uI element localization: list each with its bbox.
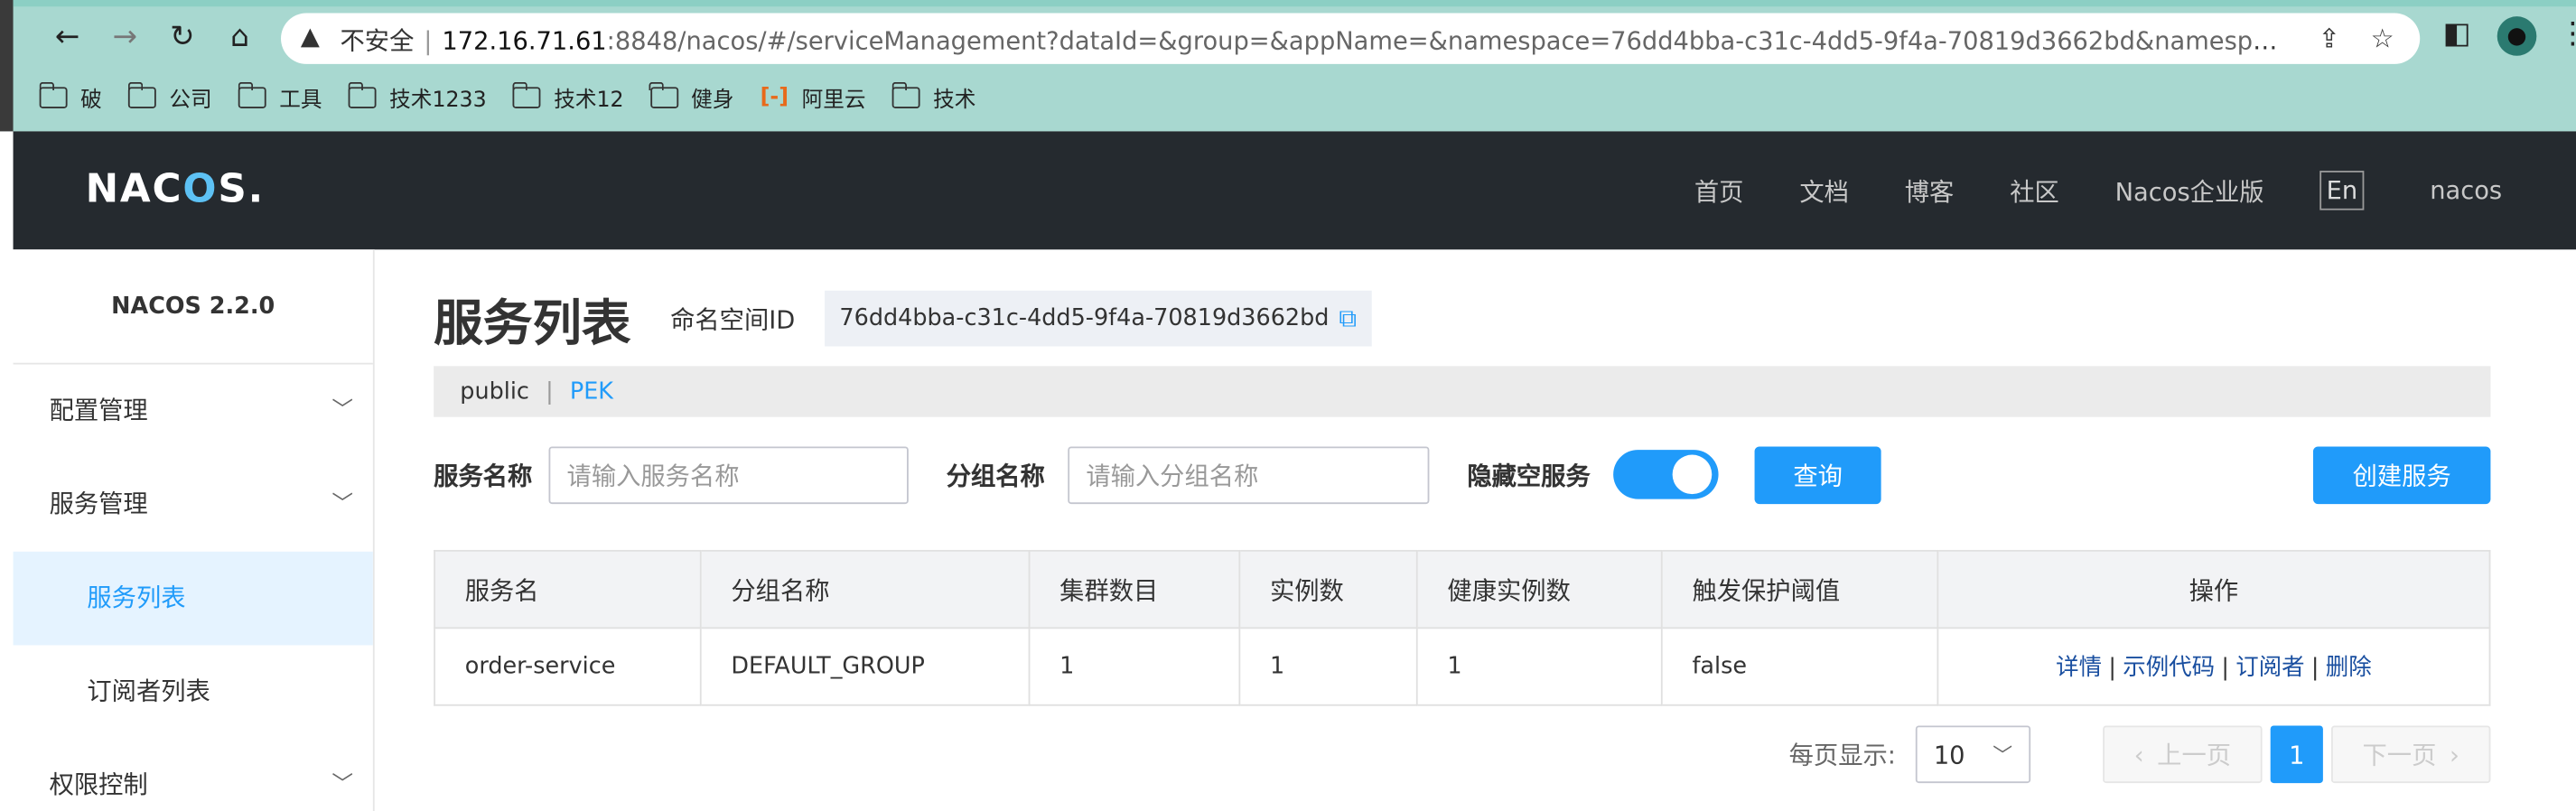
top-nav: 首页 文档 博客 社区 Nacos企业版 En nacos <box>1694 131 2576 249</box>
reload-icon[interactable]: ↻ <box>164 20 201 56</box>
home-icon[interactable]: ⌂ <box>222 20 258 56</box>
namespace-label: 命名空间ID <box>670 304 796 334</box>
sidebar-item-service[interactable]: 服务管理 ﹀ <box>14 458 373 552</box>
service-name-input[interactable]: 请输入服务名称 <box>548 445 909 504</box>
cell-operations: 详情 | 示例代码 | 订阅者 | 删除 <box>1937 627 2491 706</box>
bookmark-item[interactable]: 工具 <box>237 80 322 113</box>
cell-instances: 1 <box>1238 627 1418 706</box>
namespace-public[interactable]: public <box>460 378 529 405</box>
bookmark-item[interactable]: 破 <box>38 80 102 113</box>
create-service-button[interactable]: 创建服务 <box>2312 445 2491 504</box>
hide-empty-label: 隐藏空服务 <box>1467 460 1591 490</box>
bookmark-item[interactable]: 技术12 <box>511 80 624 113</box>
screen: ← → ↻ ⌂ ▲ 不安全 | 172.16.71.61:8848/nacos/#/… <box>0 0 2576 811</box>
forward-arrow-icon[interactable]: → <box>107 20 143 56</box>
language-switch[interactable]: En <box>2319 171 2365 210</box>
nav-blog[interactable]: 博客 <box>1905 173 1955 208</box>
nav-docs[interactable]: 文档 <box>1799 173 1849 208</box>
user-menu[interactable]: nacos <box>2430 176 2502 206</box>
share-icon[interactable]: ⇪ <box>2318 23 2339 54</box>
detail-link[interactable]: 详情 <box>2056 655 2102 681</box>
copy-icon[interactable]: ⧉ <box>1339 303 1356 333</box>
profile-avatar-icon[interactable]: ● <box>2497 16 2537 56</box>
col-healthy-count: 健康实例数 <box>1415 549 1663 629</box>
service-table: 服务名 分组名称 集群数目 实例数 健康实例数 触发保护阈值 操作 order-… <box>434 549 2491 706</box>
sidebar-item-auth[interactable]: 权限控制 ﹀ <box>14 739 373 811</box>
next-page-button[interactable]: 下一页 › <box>2330 725 2491 784</box>
chevron-right-icon: › <box>2449 739 2459 769</box>
sidebar: NACOS 2.2.0 配置管理 ﹀ 服务管理 ﹀ 服务列表 订阅者列表 权限控制 ﹀ <box>13 249 375 811</box>
group-name-input[interactable]: 请输入分组名称 <box>1068 445 1430 504</box>
chevron-left-icon: ‹ <box>2133 739 2144 769</box>
bookmark-item[interactable]: 公司 <box>126 80 212 113</box>
hide-empty-toggle[interactable] <box>1613 450 1719 499</box>
address-bar[interactable]: ▲ 不安全 | 172.16.71.61:8848/nacos/#/serviceM… <box>281 13 2421 64</box>
cell-healthy: 1 <box>1415 627 1663 706</box>
version-label: NACOS 2.2.0 <box>13 249 373 365</box>
chevron-down-icon: ﹀ <box>331 492 354 517</box>
nav-enterprise[interactable]: Nacos企业版 <box>2115 173 2264 208</box>
nacos-logo[interactable]: NACOS. <box>86 166 265 212</box>
back-arrow-icon[interactable]: ← <box>50 20 86 56</box>
folder-icon <box>38 80 68 108</box>
col-group-name: 分组名称 <box>699 549 1031 629</box>
folder-icon <box>649 80 678 108</box>
page-1-button[interactable]: 1 <box>2270 725 2323 784</box>
group-name-label: 分组名称 <box>946 460 1045 490</box>
bookmark-item[interactable]: 健身 <box>649 80 733 113</box>
bookmarks-bar: 破 公司 工具 技术1233 技术12 健身 [-] 阿里云 技术 <box>38 77 976 117</box>
nav-community[interactable]: 社区 <box>2010 173 2059 208</box>
title-row: 服务列表 命名空间ID 76dd4bba-c31c-4dd5-9f4a-7081… <box>434 285 1372 353</box>
col-service-name: 服务名 <box>434 549 702 629</box>
sidebar-toggle-icon[interactable]: ◧ <box>2443 16 2471 51</box>
chevron-down-icon: ﹀ <box>331 398 354 424</box>
bookmark-item[interactable]: [-] 阿里云 <box>761 81 866 113</box>
col-cluster-count: 集群数目 <box>1028 549 1241 629</box>
bookmark-item[interactable]: 技术1233 <box>347 80 487 113</box>
namespace-pek[interactable]: PEK <box>570 378 613 405</box>
chevron-down-icon: ﹀ <box>1993 743 2013 767</box>
pagination: 每页显示: 10 ﹀ ‹ 上一页 1 下一页 › <box>1788 725 2491 784</box>
aliyun-logo-icon: [-] <box>760 84 789 109</box>
delete-link[interactable]: 删除 <box>2326 655 2372 681</box>
folder-icon <box>347 80 377 108</box>
service-name-label: 服务名称 <box>434 460 533 490</box>
col-instance-count: 实例数 <box>1238 549 1418 629</box>
page-title: 服务列表 <box>434 295 631 353</box>
folder-icon <box>237 80 266 108</box>
bookmark-item[interactable]: 技术 <box>891 80 975 113</box>
url-text: 不安全 | 172.16.71.61:8848/nacos/#/serviceMan… <box>340 26 2279 56</box>
browser-chrome: ← → ↻ ⌂ ▲ 不安全 | 172.16.71.61:8848/nacos/#/… <box>0 0 2576 132</box>
sidebar-item-subscribers[interactable]: 订阅者列表 <box>14 645 373 739</box>
sample-code-link[interactable]: 示例代码 <box>2123 655 2215 681</box>
col-operations: 操作 <box>1937 549 2491 629</box>
sidebar-item-config[interactable]: 配置管理 ﹀ <box>14 365 373 459</box>
star-icon[interactable]: ☆ <box>2371 23 2394 54</box>
cell-service-name: order-service <box>434 627 702 706</box>
menu-dots-icon[interactable]: ⋮ <box>2558 16 2576 51</box>
chevron-down-icon: ﹀ <box>331 773 354 798</box>
per-page-label: 每页显示: <box>1788 740 1896 770</box>
cell-threshold: false <box>1660 627 1939 706</box>
cell-group: DEFAULT_GROUP <box>699 627 1031 706</box>
prev-page-button[interactable]: ‹ 上一页 <box>2103 725 2263 784</box>
warning-icon: ▲ <box>300 21 320 51</box>
query-button[interactable]: 查询 <box>1754 445 1881 504</box>
namespace-bar: public | PEK <box>434 366 2491 417</box>
folder-icon <box>891 80 920 108</box>
folder-icon <box>511 80 541 108</box>
table-header: 服务名 分组名称 集群数目 实例数 健康实例数 触发保护阈值 操作 <box>434 549 2491 629</box>
subscribers-link[interactable]: 订阅者 <box>2235 655 2304 681</box>
filter-bar: 服务名称 请输入服务名称 分组名称 请输入分组名称 隐藏空服务 查询 创建服务 <box>434 445 2491 504</box>
app-header: NACOS. 首页 文档 博客 社区 Nacos企业版 En nacos <box>13 131 2576 250</box>
folder-icon <box>126 80 156 108</box>
table-row: order-service DEFAULT_GROUP 1 1 1 false … <box>434 627 2491 706</box>
sidebar-item-service-list[interactable]: 服务列表 <box>13 551 373 646</box>
col-threshold: 触发保护阈值 <box>1660 549 1939 629</box>
per-page-select[interactable]: 10 ﹀ <box>1915 725 2031 784</box>
namespace-id-box: 76dd4bba-c31c-4dd5-9f4a-70819d3662bd ⧉ <box>825 290 1372 347</box>
cell-clusters: 1 <box>1028 627 1241 706</box>
nav-home[interactable]: 首页 <box>1694 173 1744 208</box>
